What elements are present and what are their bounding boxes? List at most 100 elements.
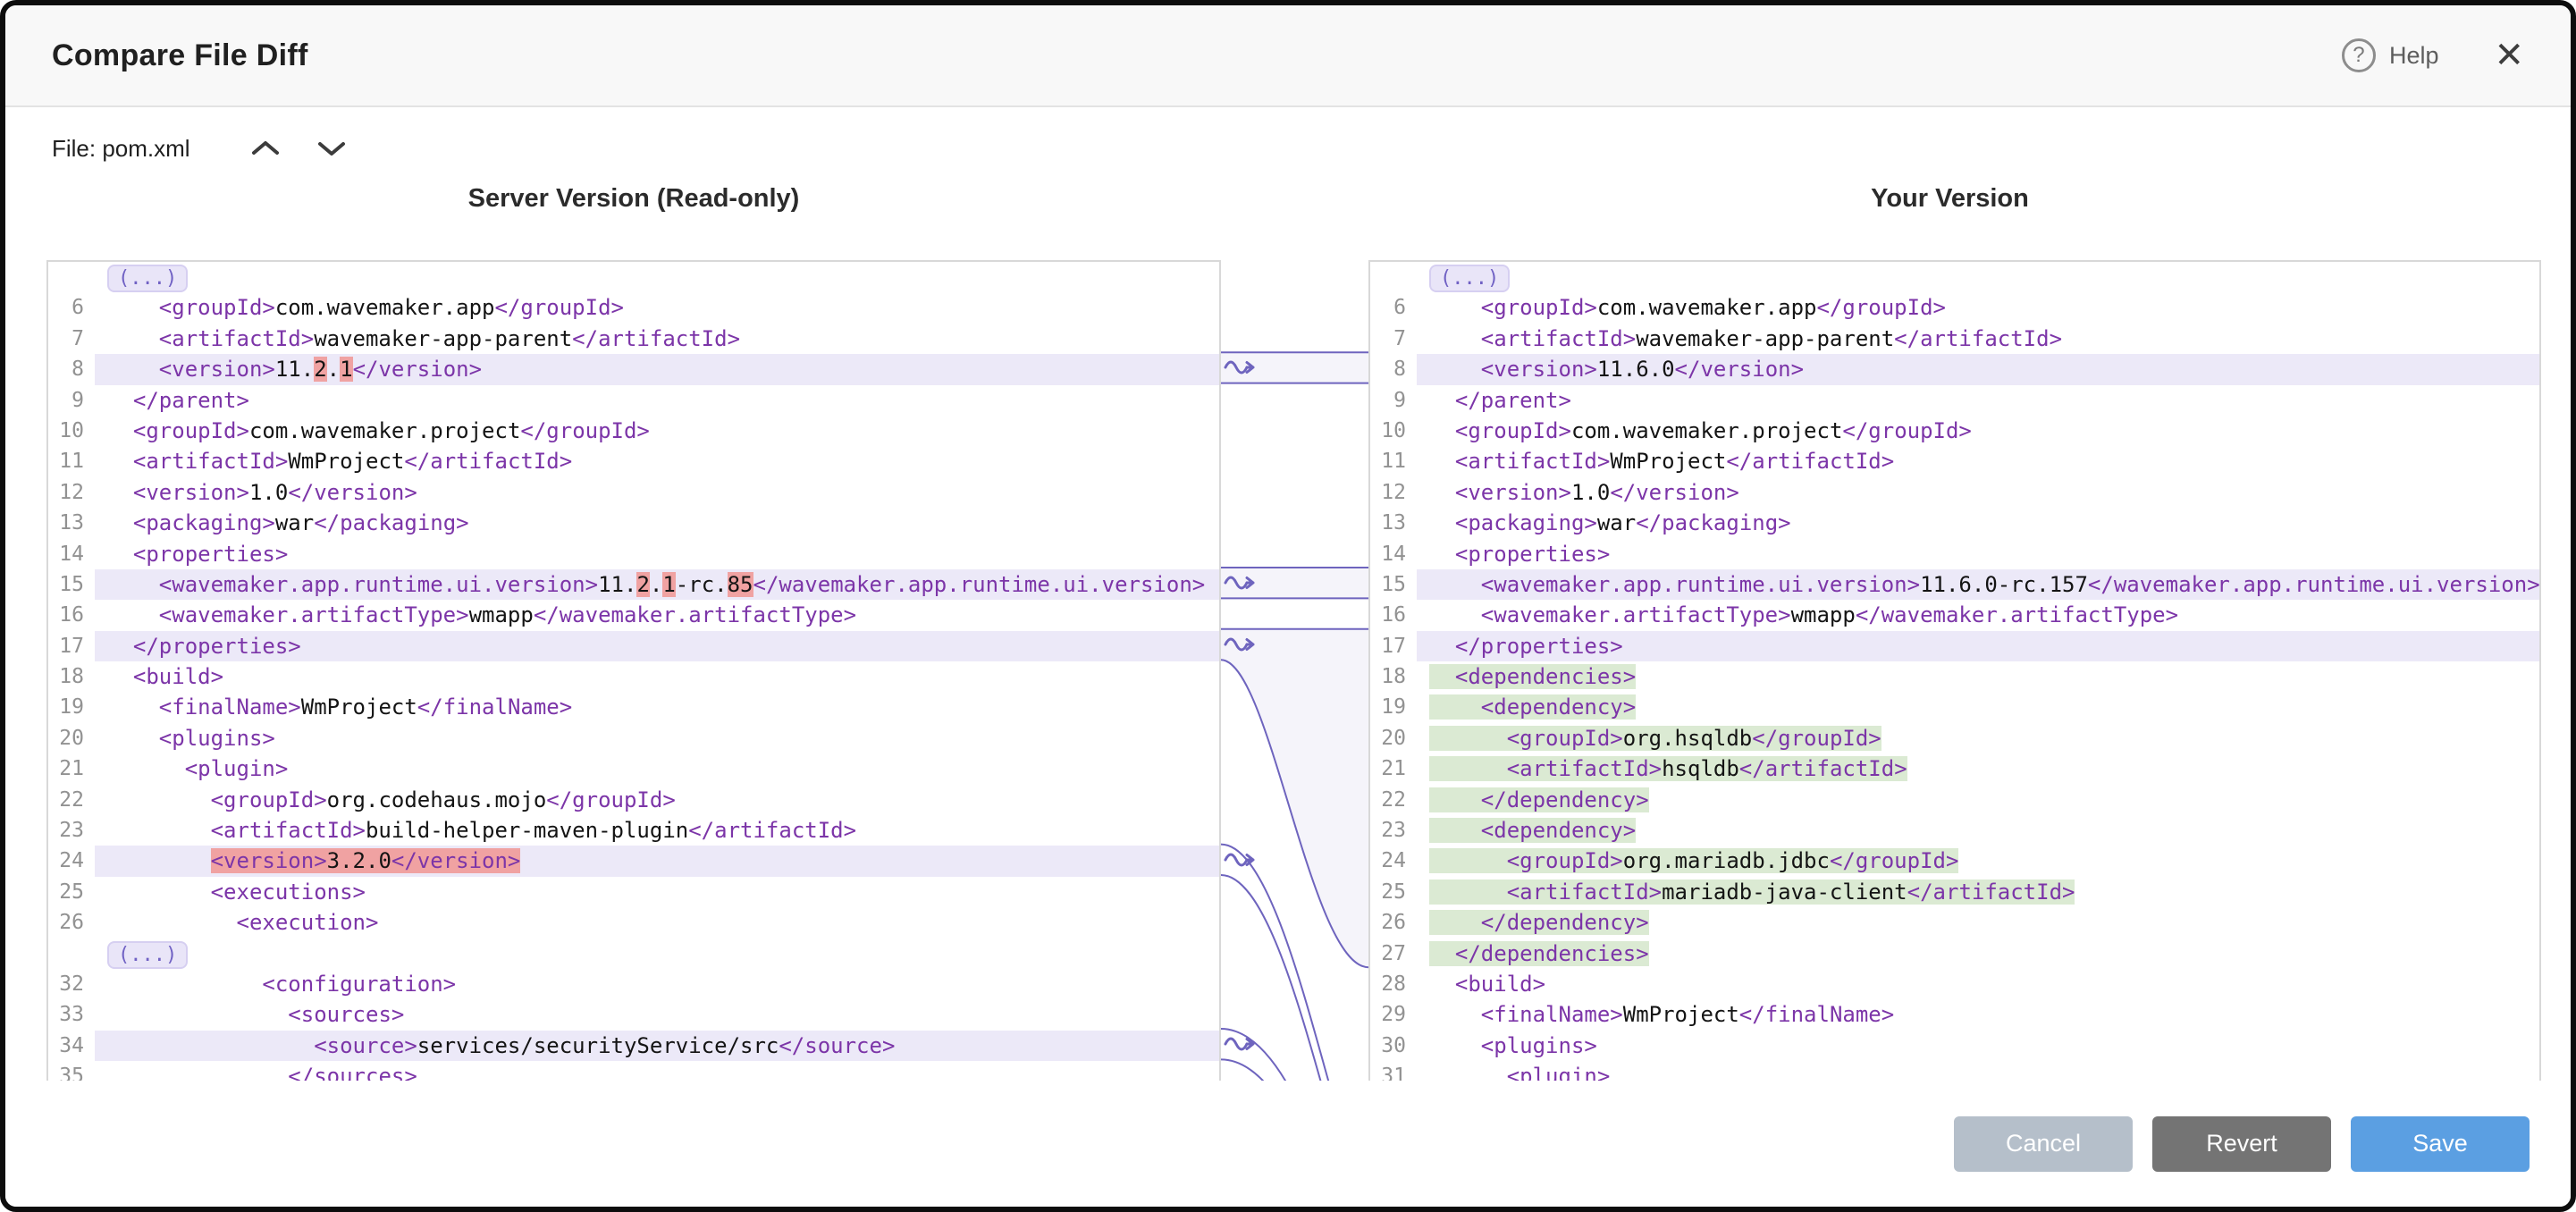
inserted-text: <dependencies> (1455, 664, 1636, 689)
your-version-editor[interactable]: (...)6 <groupId>com.wavemaker.app</group… (1368, 260, 2541, 1091)
next-diff-button[interactable] (308, 127, 355, 170)
code-line[interactable]: 20 <groupId>org.hsqldb</groupId> (1370, 723, 2539, 753)
code-line[interactable]: 10 <groupId>com.wavemaker.project</group… (48, 416, 1219, 446)
code-span: </groupId> (546, 787, 676, 812)
code-span: <finalName> (159, 694, 301, 720)
fold-marker[interactable]: (...) (107, 265, 188, 292)
code-line[interactable]: 26 </dependency> (1370, 907, 2539, 938)
code-line[interactable]: (...) (48, 938, 1219, 969)
code-span: <sources> (288, 1002, 404, 1027)
code-span: </artifactId> (688, 818, 856, 843)
code-span: </version> (1610, 480, 1739, 505)
code-line[interactable]: 14 <properties> (1370, 539, 2539, 569)
save-button[interactable]: Save (2351, 1116, 2530, 1172)
copy-to-right-arrow-icon[interactable] (1223, 356, 1257, 383)
close-button[interactable]: ✕ (2494, 38, 2524, 73)
code-line[interactable]: 8 <version>11.6.0</version> (1370, 354, 2539, 384)
copy-to-right-arrow-icon[interactable] (1223, 633, 1257, 661)
help-button[interactable]: ? Help (2342, 38, 2439, 72)
code-line[interactable]: 15 <wavemaker.app.runtime.ui.version>11.… (1370, 569, 2539, 600)
code-line[interactable]: 12 <version>1.0</version> (1370, 477, 2539, 508)
code-line[interactable]: 15 <wavemaker.app.runtime.ui.version>11.… (48, 569, 1219, 600)
code-line[interactable]: 16 <wavemaker.artifactType>wmapp</wavema… (48, 600, 1219, 630)
code-line[interactable]: 28 <build> (1370, 969, 2539, 999)
code-line[interactable]: 32 <configuration> (48, 969, 1219, 999)
pane-title-spacer (1221, 184, 1368, 214)
code-line[interactable]: 22 </dependency> (1370, 785, 2539, 815)
code-line[interactable]: 9 </parent> (1370, 385, 2539, 416)
code-line[interactable]: 11 <artifactId>WmProject</artifactId> (48, 446, 1219, 476)
diff-view: (...)6 <groupId>com.wavemaker.app</group… (46, 260, 2541, 1091)
copy-to-right-arrow-icon[interactable] (1223, 571, 1257, 599)
code-span: org.codehaus.mojo (327, 787, 547, 812)
copy-to-right-arrow-icon[interactable] (1223, 848, 1257, 876)
code-text: <finalName>WmProject</finalName> (95, 692, 1219, 722)
code-text: </dependency> (1417, 785, 2539, 815)
code-line[interactable]: 7 <artifactId>wavemaker-app-parent</arti… (48, 324, 1219, 354)
code-span (1429, 972, 1455, 997)
fold-marker[interactable]: (...) (107, 941, 188, 969)
code-text: <packaging>war</packaging> (1417, 508, 2539, 538)
line-number: 14 (48, 539, 95, 569)
code-line[interactable]: 13 <packaging>war</packaging> (48, 508, 1219, 538)
code-line[interactable]: 20 <plugins> (48, 723, 1219, 753)
code-span: war (275, 510, 314, 535)
code-line[interactable]: 26 <execution> (48, 907, 1219, 938)
inserted-text: </dependencies> (1455, 941, 1649, 966)
code-line[interactable]: 17 </properties> (48, 631, 1219, 661)
code-text: <groupId>org.mariadb.jdbc</groupId> (1417, 846, 2539, 876)
code-line[interactable]: 16 <wavemaker.artifactType>wmapp</wavema… (1370, 600, 2539, 630)
code-line[interactable]: 34 <source>services/securityService/src<… (48, 1031, 1219, 1061)
deleted-text: 2 (314, 357, 326, 382)
code-line[interactable]: 7 <artifactId>wavemaker-app-parent</arti… (1370, 324, 2539, 354)
code-line[interactable]: 10 <groupId>com.wavemaker.project</group… (1370, 416, 2539, 446)
code-line[interactable]: 9 </parent> (48, 385, 1219, 416)
code-span (1429, 357, 1481, 382)
code-line[interactable]: 23 <dependency> (1370, 815, 2539, 846)
code-text: <execution> (95, 907, 1219, 938)
line-number: 29 (1370, 999, 1417, 1030)
code-text: <groupId>com.wavemaker.project</groupId> (1417, 416, 2539, 446)
code-span: 11.6.0 (1597, 357, 1675, 382)
copy-to-right-arrow-icon[interactable] (1223, 1032, 1257, 1060)
code-line[interactable]: 33 <sources> (48, 999, 1219, 1030)
code-line[interactable]: 23 <artifactId>build-helper-maven-plugin… (48, 815, 1219, 846)
code-line[interactable]: 24 <version>3.2.0</version> (48, 846, 1219, 876)
code-line[interactable]: 19 <finalName>WmProject</finalName> (48, 692, 1219, 722)
code-line[interactable]: 17 </properties> (1370, 631, 2539, 661)
line-number (48, 262, 95, 292)
code-line[interactable]: 22 <groupId>org.codehaus.mojo</groupId> (48, 785, 1219, 815)
code-line[interactable]: 21 <artifactId>hsqldb</artifactId> (1370, 753, 2539, 784)
code-text: <artifactId>hsqldb</artifactId> (1417, 753, 2539, 784)
code-line[interactable]: 13 <packaging>war</packaging> (1370, 508, 2539, 538)
code-line[interactable]: 14 <properties> (48, 539, 1219, 569)
code-line[interactable]: 19 <dependency> (1370, 692, 2539, 722)
code-line[interactable]: (...) (48, 262, 1219, 292)
code-line[interactable]: 18 <dependencies> (1370, 661, 2539, 692)
code-span: WmProject (301, 694, 417, 720)
code-line[interactable]: 18 <build> (48, 661, 1219, 692)
code-line[interactable]: 25 <executions> (48, 877, 1219, 907)
revert-button[interactable]: Revert (2152, 1116, 2331, 1172)
code-line[interactable]: 29 <finalName>WmProject</finalName> (1370, 999, 2539, 1030)
server-version-editor[interactable]: (...)6 <groupId>com.wavemaker.app</group… (46, 260, 1221, 1091)
code-line[interactable]: 6 <groupId>com.wavemaker.app</groupId> (1370, 292, 2539, 323)
code-line[interactable]: 27 </dependencies> (1370, 938, 2539, 969)
code-line[interactable]: 11 <artifactId>WmProject</artifactId> (1370, 446, 2539, 476)
code-line[interactable]: 25 <artifactId>mariadb-java-client</arti… (1370, 877, 2539, 907)
code-line[interactable]: 21 <plugin> (48, 753, 1219, 784)
code-text: <sources> (95, 999, 1219, 1030)
code-line[interactable]: 30 <plugins> (1370, 1031, 2539, 1061)
code-line[interactable]: 6 <groupId>com.wavemaker.app</groupId> (48, 292, 1219, 323)
code-span: <plugins> (159, 726, 275, 751)
cancel-button[interactable]: Cancel (1954, 1116, 2133, 1172)
code-text: </parent> (95, 385, 1219, 416)
previous-diff-button[interactable] (242, 127, 289, 170)
code-span (107, 449, 133, 474)
code-line[interactable]: (...) (1370, 262, 2539, 292)
code-line[interactable]: 12 <version>1.0</version> (48, 477, 1219, 508)
code-line[interactable]: 24 <groupId>org.mariadb.jdbc</groupId> (1370, 846, 2539, 876)
code-line[interactable]: 8 <version>11.2.1</version> (48, 354, 1219, 384)
fold-marker[interactable]: (...) (1429, 265, 1510, 292)
line-number: 21 (1370, 753, 1417, 784)
